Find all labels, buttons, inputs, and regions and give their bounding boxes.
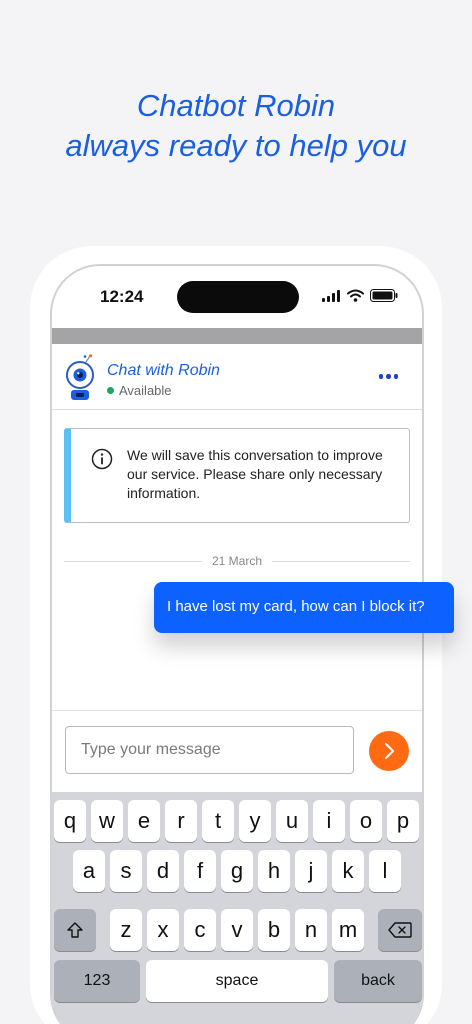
more-dot — [386, 374, 391, 379]
send-button[interactable] — [369, 731, 409, 771]
privacy-notice-text: We will save this conversation to improv… — [127, 447, 383, 501]
chat-title: Chat with Robin — [107, 362, 220, 379]
key-b[interactable]: b — [258, 909, 290, 951]
key-e[interactable]: e — [128, 800, 160, 842]
headline: Chatbot Robin always ready to help you — [0, 86, 472, 166]
online-dot-icon — [107, 387, 114, 394]
key-z[interactable]: z — [110, 909, 142, 951]
return-key[interactable]: back — [334, 960, 422, 1002]
key-a[interactable]: a — [73, 850, 105, 892]
privacy-notice: We will save this conversation to improv… — [64, 428, 410, 523]
key-n[interactable]: n — [295, 909, 327, 951]
keyboard: qwertyuiop asdfghjkl zxcvbnm 123 space b… — [52, 792, 422, 1024]
key-c[interactable]: c — [184, 909, 216, 951]
status-time: 12:24 — [100, 287, 144, 306]
robot-avatar-icon — [66, 354, 94, 400]
key-m[interactable]: m — [332, 909, 364, 951]
phone-frame: 12:24 Chat with Robin Available We will … — [50, 264, 424, 1024]
key-j[interactable]: j — [295, 850, 327, 892]
status-icons — [322, 289, 398, 302]
separator-line — [64, 560, 202, 562]
signal-icon — [322, 289, 340, 302]
chevron-right-icon — [385, 743, 394, 759]
more-options-button[interactable] — [378, 374, 398, 379]
backspace-icon — [388, 922, 412, 938]
numbers-key[interactable]: 123 — [54, 960, 140, 1002]
key-f[interactable]: f — [184, 850, 216, 892]
more-dot — [378, 374, 383, 379]
shift-icon — [67, 922, 83, 938]
key-y[interactable]: y — [239, 800, 271, 842]
key-r[interactable]: r — [165, 800, 197, 842]
chat-header: Chat with Robin Available — [52, 344, 422, 410]
key-x[interactable]: x — [147, 909, 179, 951]
wifi-icon — [347, 289, 364, 302]
more-dot — [393, 374, 398, 379]
key-k[interactable]: k — [332, 850, 364, 892]
info-icon — [91, 448, 113, 470]
battery-icon — [370, 289, 398, 302]
key-o[interactable]: o — [350, 800, 382, 842]
backspace-key[interactable] — [378, 909, 422, 951]
app-top-band — [52, 328, 422, 344]
dynamic-island — [177, 281, 299, 313]
key-p[interactable]: p — [387, 800, 419, 842]
composer-divider — [52, 710, 422, 711]
message-input[interactable] — [65, 726, 354, 774]
date-separator: 21 March — [64, 554, 410, 568]
separator-line — [272, 560, 410, 562]
shift-key[interactable] — [54, 909, 96, 951]
key-g[interactable]: g — [221, 850, 253, 892]
key-w[interactable]: w — [91, 800, 123, 842]
key-t[interactable]: t — [202, 800, 234, 842]
key-h[interactable]: h — [258, 850, 290, 892]
chat-status: Available — [107, 383, 172, 398]
key-u[interactable]: u — [276, 800, 308, 842]
headline-line-2: always ready to help you — [65, 128, 407, 163]
space-key[interactable]: space — [146, 960, 328, 1002]
key-q[interactable]: q — [54, 800, 86, 842]
chat-status-label: Available — [119, 383, 172, 398]
date-label: 21 March — [211, 554, 263, 568]
key-l[interactable]: l — [369, 850, 401, 892]
key-v[interactable]: v — [221, 909, 253, 951]
key-d[interactable]: d — [147, 850, 179, 892]
headline-line-1: Chatbot Robin — [136, 88, 336, 123]
key-s[interactable]: s — [110, 850, 142, 892]
user-message-bubble: I have lost my card, how can I block it? — [154, 582, 454, 633]
key-i[interactable]: i — [313, 800, 345, 842]
